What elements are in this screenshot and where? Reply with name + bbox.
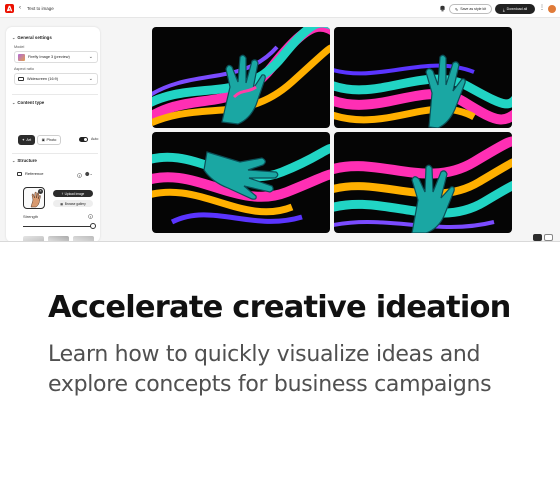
preset-thumbnail[interactable]	[73, 236, 94, 241]
divider	[12, 153, 98, 154]
more-menu-icon[interactable]: ⋮	[539, 5, 545, 11]
chevron-down-icon: ⌄	[88, 54, 93, 60]
download-all-label: Download all	[506, 7, 528, 11]
single-view-icon[interactable]	[544, 234, 553, 241]
content-type-art-button[interactable]: ✦ Art	[18, 135, 35, 145]
reference-row[interactable]: Reference	[17, 171, 43, 176]
view-toggle	[533, 234, 553, 241]
content-type-header[interactable]: ⌄ Content type	[12, 100, 44, 105]
chevron-down-icon: ⌄	[12, 100, 16, 105]
aspect-ratio-value: Widescreen (16:9)	[27, 77, 59, 81]
model-select[interactable]: Firefly Image 3 (preview) ⌄	[14, 51, 98, 63]
promo-subline: Learn how to quickly visualize ideas and…	[48, 340, 548, 400]
aspect-ratio-icon	[18, 77, 24, 81]
neon-hand-image	[334, 136, 512, 233]
upload-icon: ⤒	[61, 191, 64, 196]
remove-reference-icon[interactable]: ×	[38, 189, 43, 194]
browse-gallery-button[interactable]: ▦ Browse gallery	[53, 200, 93, 207]
preset-thumbnail[interactable]	[23, 236, 44, 241]
auto-label: Auto	[91, 137, 99, 141]
info-icon[interactable]	[77, 173, 82, 178]
toggle-chevron-icon[interactable]: ⬤⌄	[85, 171, 93, 176]
settings-panel: ⌄ General settings Model Firefly Image 3…	[6, 27, 100, 241]
chevron-down-icon: ⌄	[12, 35, 16, 40]
strength-slider-track[interactable]	[23, 226, 93, 227]
promo-subline-line-1: Learn how to quickly visualize ideas and	[48, 342, 481, 367]
download-icon: ⤓	[502, 6, 505, 12]
model-value: Firefly Image 3 (preview)	[28, 55, 70, 59]
content-type-photo-button[interactable]: ▣ Photo	[37, 135, 61, 145]
reference-image-slot[interactable]: ×	[23, 187, 45, 209]
info-icon[interactable]	[88, 214, 93, 219]
general-settings-header[interactable]: ⌄ General settings	[12, 35, 52, 40]
divider	[12, 94, 98, 95]
model-thumbnail	[18, 53, 25, 61]
upload-image-button[interactable]: ⤒ Upload image	[53, 190, 93, 197]
model-label: Model	[14, 45, 25, 49]
strength-slider-handle[interactable]	[90, 223, 96, 229]
generated-image-4[interactable]	[334, 132, 512, 233]
download-all-button[interactable]: ⤓ Download all	[495, 4, 535, 14]
gallery-icon: ▦	[60, 201, 64, 206]
aspect-ratio-label: Aspect ratio	[14, 67, 35, 71]
reference-presets	[23, 236, 94, 241]
structure-title: Structure	[17, 158, 37, 163]
save-style-kit-label: Save as style kit	[460, 7, 487, 11]
top-bar: ‹ Text to image ✎ Save as style kit ⤓ Do…	[0, 0, 560, 18]
breadcrumb[interactable]: Text to image	[27, 4, 54, 13]
grid-view-icon[interactable]	[533, 234, 542, 241]
neon-hand-image	[334, 54, 512, 128]
generated-image-1[interactable]	[152, 27, 330, 128]
preset-thumbnail[interactable]	[48, 236, 69, 241]
generated-image-3[interactable]	[152, 132, 330, 233]
generated-image-2[interactable]	[334, 27, 512, 128]
upload-image-label: Upload image	[64, 191, 85, 196]
back-arrow-icon[interactable]: ‹	[19, 4, 21, 13]
neon-hand-image	[152, 27, 330, 127]
aspect-ratio-select[interactable]: Widescreen (16:9) ⌄	[14, 73, 98, 85]
chevron-down-icon: ⌄	[12, 158, 16, 163]
neon-hand-image	[152, 143, 330, 225]
browse-gallery-label: Browse gallery	[64, 201, 86, 206]
content-type-segmented: ✦ Art ▣ Photo	[18, 135, 61, 145]
structure-header[interactable]: ⌄ Structure	[12, 158, 37, 163]
adobe-logo[interactable]	[5, 4, 14, 13]
notifications-icon[interactable]	[439, 5, 446, 12]
avatar[interactable]	[548, 5, 556, 13]
reference-icon	[17, 171, 22, 176]
art-label: Art	[26, 138, 32, 142]
save-style-kit-button[interactable]: ✎ Save as style kit	[449, 4, 492, 14]
app-screenshot: ‹ Text to image ✎ Save as style kit ⤓ Do…	[0, 0, 560, 242]
auto-toggle[interactable]	[79, 137, 88, 142]
photo-label: Photo	[46, 138, 57, 142]
content-type-title: Content type	[17, 100, 45, 105]
chevron-down-icon: ⌄	[88, 76, 93, 82]
promo-subline-line-2: explore concepts for business campaigns	[48, 372, 492, 397]
strength-label: Strength	[23, 214, 39, 219]
promo-headline: Accelerate creative ideation	[48, 290, 511, 325]
art-icon: ✦	[21, 138, 25, 142]
general-settings-title: General settings	[17, 35, 52, 40]
style-kit-icon: ✎	[454, 6, 459, 12]
reference-label: Reference	[25, 171, 44, 176]
photo-icon: ▣	[41, 138, 45, 142]
